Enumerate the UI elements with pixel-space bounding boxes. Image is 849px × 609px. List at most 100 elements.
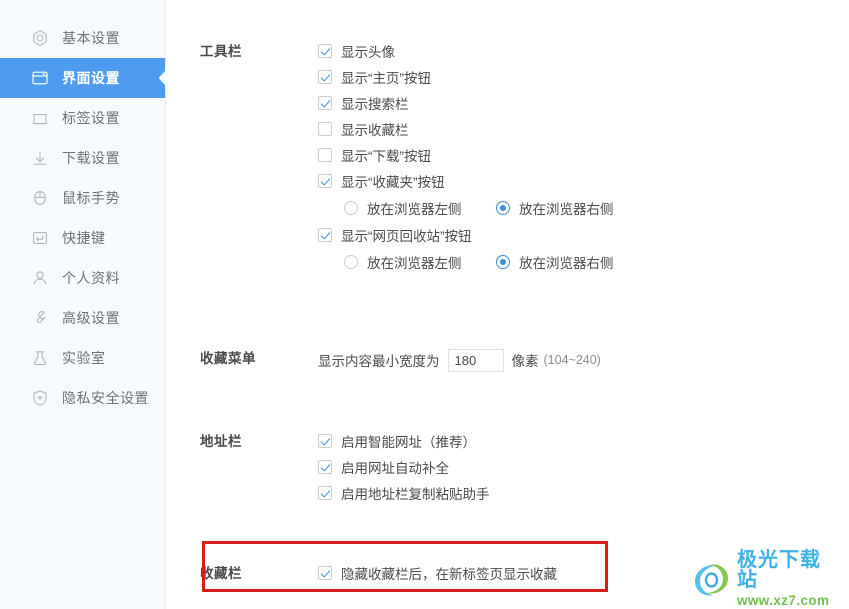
keyboard-key-icon: [30, 228, 50, 248]
checkbox-label: 显示“主页”按钮: [341, 71, 431, 86]
min-width-input[interactable]: [447, 348, 504, 372]
section-toolbar: 工具栏 显示头像 显示“主页”按钮 显示搜索栏 显示收藏栏 显示“下载”按钮 显…: [200, 38, 720, 276]
section-title-favorites-bar: 收藏栏: [200, 566, 242, 581]
settings-window: 基本设置 界面设置 标签设置 下载设置 鼠标手势 快捷键 个人资料 高级设置 实…: [0, 0, 849, 609]
sidebar-item-download-settings[interactable]: 下载设置: [0, 138, 165, 178]
sidebar-item-label: 鼠标手势: [62, 190, 120, 206]
site-watermark: 极光下载站 www.xz7.com: [689, 550, 841, 607]
checkbox-row-show-recycle-button[interactable]: 显示“网页回收站”按钮: [318, 222, 720, 248]
checkbox-row-show-download-button[interactable]: 显示“下载”按钮: [318, 142, 720, 168]
section-title-address-bar: 地址栏: [200, 434, 242, 449]
settings-content: 工具栏 显示头像 显示“主页”按钮 显示搜索栏 显示收藏栏 显示“下载”按钮 显…: [166, 0, 849, 609]
sidebar-item-label: 标签设置: [62, 110, 120, 126]
sidebar-item-label: 实验室: [62, 350, 106, 366]
min-width-range-hint: (104~240): [543, 353, 601, 367]
browser-window-icon: [30, 68, 50, 88]
section-body-address-bar: 启用智能网址（推荐） 启用网址自动补全 启用地址栏复制粘贴助手: [318, 428, 660, 506]
radio-recycle-left[interactable]: [344, 255, 358, 269]
shield-plus-icon: [30, 388, 50, 408]
min-width-unit-label: 像素: [511, 354, 539, 369]
radio-label: 放在浏览器右侧: [519, 256, 614, 271]
checkbox-show-favorites-button[interactable]: [318, 174, 332, 188]
sidebar-item-label: 隐私安全设置: [62, 390, 149, 406]
checkbox-show-home-button[interactable]: [318, 70, 332, 84]
checkbox-row-show-favorites-bar[interactable]: 显示收藏栏: [318, 116, 720, 142]
checkbox-row-show-search-bar[interactable]: 显示搜索栏: [318, 90, 720, 116]
radio-favorites-right[interactable]: [496, 201, 510, 215]
section-title-toolbar: 工具栏: [200, 44, 242, 59]
sidebar-item-label: 下载设置: [62, 150, 120, 166]
checkbox-row-url-autocomplete[interactable]: 启用网址自动补全: [318, 454, 660, 480]
radio-label: 放在浏览器左侧: [367, 202, 462, 217]
sidebar-item-label: 快捷键: [62, 230, 106, 246]
radio-option-favorites-left[interactable]: 放在浏览器左侧: [344, 198, 496, 218]
flask-icon: [30, 348, 50, 368]
checkbox-label: 隐藏收藏栏后，在新标签页显示收藏: [341, 567, 557, 582]
active-indicator-notch: [158, 70, 166, 86]
watermark-logo-icon: [689, 556, 735, 602]
min-width-prefix-label: 显示内容最小宽度为: [318, 354, 440, 369]
section-body-toolbar: 显示头像 显示“主页”按钮 显示搜索栏 显示收藏栏 显示“下载”按钮 显示“收藏…: [318, 38, 720, 276]
sidebar-item-tab-settings[interactable]: 标签设置: [0, 98, 165, 138]
hexagon-gear-icon: [30, 28, 50, 48]
checkbox-row-show-home-button[interactable]: 显示“主页”按钮: [318, 64, 720, 90]
checkbox-row-show-favorites-button[interactable]: 显示“收藏夹”按钮: [318, 168, 720, 194]
checkbox-label: 显示“网页回收站”按钮: [341, 229, 472, 244]
radio-favorites-left[interactable]: [344, 201, 358, 215]
checkbox-label: 显示头像: [341, 45, 395, 60]
checkbox-show-search-bar[interactable]: [318, 96, 332, 110]
checkbox-enable-copy-paste-helper[interactable]: [318, 486, 332, 500]
checkbox-label: 显示收藏栏: [341, 123, 409, 138]
radio-group-recycle-button-position: 放在浏览器左侧 放在浏览器右侧: [318, 248, 720, 276]
tab-icon: [30, 108, 50, 128]
wrench-icon: [30, 308, 50, 328]
settings-sidebar: 基本设置 界面设置 标签设置 下载设置 鼠标手势 快捷键 个人资料 高级设置 实…: [0, 0, 166, 609]
checkbox-show-download-button[interactable]: [318, 148, 332, 162]
radio-group-favorites-button-position: 放在浏览器左侧 放在浏览器右侧: [318, 194, 720, 222]
section-favorites-menu: 收藏菜单 显示内容最小宽度为 像素 (104~240): [200, 345, 660, 375]
radio-option-recycle-right[interactable]: 放在浏览器右侧: [496, 252, 614, 272]
sidebar-item-privacy-security[interactable]: 隐私安全设置: [0, 378, 165, 418]
sidebar-item-label: 基本设置: [62, 30, 120, 46]
checkbox-label: 显示搜索栏: [341, 97, 409, 112]
radio-label: 放在浏览器左侧: [367, 256, 462, 271]
checkbox-show-favorites-on-newtab[interactable]: [318, 566, 332, 580]
checkbox-label: 启用地址栏复制粘贴助手: [341, 487, 490, 502]
section-address-bar: 地址栏 启用智能网址（推荐） 启用网址自动补全 启用地址栏复制粘贴助手: [200, 428, 660, 506]
person-icon: [30, 268, 50, 288]
checkbox-row-show-favorites-on-newtab[interactable]: 隐藏收藏栏后，在新标签页显示收藏: [318, 560, 660, 586]
checkbox-enable-url-autocomplete[interactable]: [318, 460, 332, 474]
sidebar-item-advanced-settings[interactable]: 高级设置: [0, 298, 165, 338]
sidebar-item-label: 个人资料: [62, 270, 120, 286]
sidebar-item-interface-settings[interactable]: 界面设置: [0, 58, 165, 98]
radio-option-favorites-right[interactable]: 放在浏览器右侧: [496, 198, 614, 218]
checkbox-row-show-avatar[interactable]: 显示头像: [318, 38, 720, 64]
section-body-favorites-menu: 显示内容最小宽度为 像素 (104~240): [318, 345, 660, 375]
sidebar-item-label: 界面设置: [62, 70, 120, 86]
checkbox-row-smart-url[interactable]: 启用智能网址（推荐）: [318, 428, 660, 454]
checkbox-label: 启用网址自动补全: [341, 461, 449, 476]
section-title-favorites-menu: 收藏菜单: [200, 351, 256, 366]
sidebar-item-label: 高级设置: [62, 310, 120, 326]
checkbox-show-avatar[interactable]: [318, 44, 332, 58]
sidebar-item-basic-settings[interactable]: 基本设置: [0, 18, 165, 58]
sidebar-item-mouse-gestures[interactable]: 鼠标手势: [0, 178, 165, 218]
checkbox-show-recycle-button[interactable]: [318, 228, 332, 242]
radio-option-recycle-left[interactable]: 放在浏览器左侧: [344, 252, 496, 272]
checkbox-row-copy-paste-helper[interactable]: 启用地址栏复制粘贴助手: [318, 480, 660, 506]
min-width-setting-row: 显示内容最小宽度为 像素 (104~240): [318, 345, 660, 375]
checkbox-show-favorites-bar[interactable]: [318, 122, 332, 136]
checkbox-label: 显示“收藏夹”按钮: [341, 175, 445, 190]
checkbox-enable-smart-url[interactable]: [318, 434, 332, 448]
section-favorites-bar: 收藏栏 隐藏收藏栏后，在新标签页显示收藏: [200, 560, 660, 586]
watermark-text: 极光下载站 www.xz7.com: [737, 550, 841, 608]
sidebar-item-shortcuts[interactable]: 快捷键: [0, 218, 165, 258]
watermark-title: 极光下载站: [737, 549, 821, 592]
radio-recycle-right[interactable]: [496, 255, 510, 269]
download-arrow-icon: [30, 148, 50, 168]
sidebar-item-profile[interactable]: 个人资料: [0, 258, 165, 298]
sidebar-item-lab[interactable]: 实验室: [0, 338, 165, 378]
section-body-favorites-bar: 隐藏收藏栏后，在新标签页显示收藏: [318, 560, 660, 586]
checkbox-label: 启用智能网址（推荐）: [341, 435, 476, 450]
checkbox-label: 显示“下载”按钮: [341, 149, 431, 164]
